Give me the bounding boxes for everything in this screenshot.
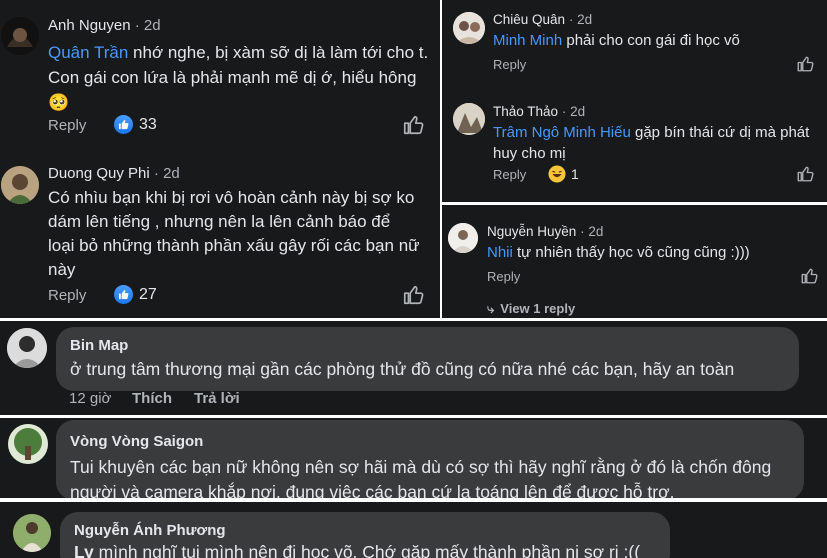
- avatar-image: [13, 514, 51, 552]
- mention-link[interactable]: Minh Minh: [493, 32, 562, 49]
- comment-text: Tui khuyên các bạn nữ không nên sợ hãi m…: [70, 457, 772, 498]
- pleading-face-emoji: 🥺: [48, 93, 70, 112]
- avatar-thao-thao[interactable]: [453, 103, 485, 135]
- comments-panel-right-bottom: Nguyễn Huyền · 2d Nhii tự nhiên thấy học…: [442, 205, 827, 318]
- avatar-image: [7, 328, 47, 368]
- avatar-image: [453, 12, 485, 44]
- comment-block-nguyen-anh-phuong: Nguyễn Ánh Phương Ly mình nghĩ tụi mình …: [0, 502, 827, 558]
- comment-author-row: Anh Nguyen · 2d: [48, 17, 161, 34]
- thumbs-up-icon[interactable]: [402, 284, 424, 311]
- laughing-reaction-icon: [548, 165, 566, 183]
- comment-author-row: Duong Quy Phi · 2d: [48, 165, 180, 182]
- comment-time[interactable]: 12 giờ: [69, 390, 111, 407]
- reply-button[interactable]: Reply: [48, 117, 86, 134]
- comment-bubble: Bin Map ở trung tâm thương mại gần các p…: [56, 327, 799, 391]
- avatar-nguyen-anh-phuong[interactable]: [13, 514, 51, 552]
- thumbs-up-icon[interactable]: [800, 267, 818, 290]
- comment-time[interactable]: 2d: [144, 17, 161, 34]
- avatar-bin-map[interactable]: [7, 328, 47, 368]
- reply-button[interactable]: Reply: [48, 287, 86, 304]
- comment-text: Minh Minh phải cho con gái đi học võ: [493, 32, 740, 49]
- comment-text: ở trung tâm thương mại gần các phòng thử…: [70, 359, 735, 379]
- like-reaction-icon: [114, 115, 133, 134]
- author-name[interactable]: Nguyễn Huyền: [487, 224, 576, 239]
- comment-text: Quân Trần nhớ nghe, bị xàm sỡ dị là làm …: [48, 43, 429, 112]
- comment-time[interactable]: 2d: [163, 165, 180, 182]
- mention-link[interactable]: Nhii: [487, 244, 513, 261]
- avatar-image: [8, 424, 48, 464]
- view-replies-link[interactable]: ⤷ View 1 reply: [487, 301, 575, 317]
- mention-link[interactable]: Quân Trần: [48, 43, 128, 62]
- avatar-nguyen-huyen[interactable]: [448, 223, 478, 253]
- comment-author-row: Thảo Thảo · 2d: [493, 104, 586, 119]
- reaction-count[interactable]: 1: [548, 165, 579, 183]
- comment-block-bin-map: Bin Map ở trung tâm thương mại gần các p…: [0, 321, 827, 415]
- comment-text: Có nhìu bạn khi bị rơi vô hoàn cảnh này …: [48, 188, 420, 279]
- avatar-chieu-quan[interactable]: [453, 12, 485, 44]
- avatar-vong-vong-saigon[interactable]: [8, 424, 48, 464]
- comment-bubble: Vòng Vòng Saigon Tui khuyên các bạn nữ k…: [56, 420, 804, 498]
- comment-block-vong-vong-saigon: Vòng Vòng Saigon Tui khuyên các bạn nữ k…: [0, 418, 827, 498]
- avatar-image: [1, 17, 39, 55]
- avatar-duong-quy-phi[interactable]: [1, 166, 39, 204]
- thumbs-up-icon[interactable]: [796, 165, 814, 188]
- comment-time[interactable]: 2d: [588, 224, 603, 239]
- mention-link[interactable]: Trâm Ngô Minh Hiếu: [493, 124, 631, 141]
- comments-panel-left: Anh Nguyen · 2d Quân Trần nhớ nghe, bị x…: [0, 0, 440, 318]
- thumbs-up-icon[interactable]: [402, 114, 424, 141]
- comment-text: Nhii tự nhiên thấy học võ cũng cũng :))): [487, 244, 750, 261]
- thumbs-up-icon[interactable]: [796, 55, 814, 78]
- author-name[interactable]: Vòng Vòng Saigon: [70, 433, 203, 450]
- comment-text: Trâm Ngô Minh Hiếu gặp bín thái cứ dị mà…: [493, 124, 810, 162]
- reaction-count[interactable]: 27: [114, 285, 157, 304]
- avatar-image: [1, 166, 39, 204]
- reply-button[interactable]: Reply: [493, 167, 526, 182]
- like-button[interactable]: Thích: [132, 390, 172, 407]
- author-name[interactable]: Nguyễn Ánh Phương: [74, 522, 226, 539]
- reply-button[interactable]: Trả lời: [194, 390, 240, 407]
- like-reaction-icon: [114, 285, 133, 304]
- author-name[interactable]: Chiêu Quân: [493, 12, 565, 27]
- comment-time[interactable]: 2d: [570, 104, 585, 119]
- avatar-image: [448, 223, 478, 253]
- author-name[interactable]: Duong Quy Phi: [48, 165, 150, 182]
- reply-arrow-icon: ⤷: [487, 301, 495, 316]
- avatar-image: [453, 103, 485, 135]
- comment-bubble: Nguyễn Ánh Phương Ly mình nghĩ tụi mình …: [60, 512, 670, 558]
- comment-time[interactable]: 2d: [577, 12, 592, 27]
- comment-author-row: Chiêu Quân · 2d: [493, 12, 593, 27]
- mention-link[interactable]: Ly: [74, 542, 94, 558]
- comment-text: Ly mình nghĩ tụi mình nên đi học võ. Chớ…: [74, 542, 640, 558]
- comments-panel-right-top: Chiêu Quân · 2d Minh Minh phải cho con g…: [442, 0, 827, 202]
- reaction-count[interactable]: 33: [114, 115, 157, 134]
- avatar-anh-nguyen[interactable]: [1, 17, 39, 55]
- reply-button[interactable]: Reply: [487, 269, 520, 284]
- comment-author-row: Nguyễn Huyền · 2d: [487, 224, 604, 239]
- author-name[interactable]: Anh Nguyen: [48, 17, 131, 34]
- reply-button[interactable]: Reply: [493, 57, 526, 72]
- author-name[interactable]: Bin Map: [70, 337, 128, 354]
- author-name[interactable]: Thảo Thảo: [493, 104, 558, 119]
